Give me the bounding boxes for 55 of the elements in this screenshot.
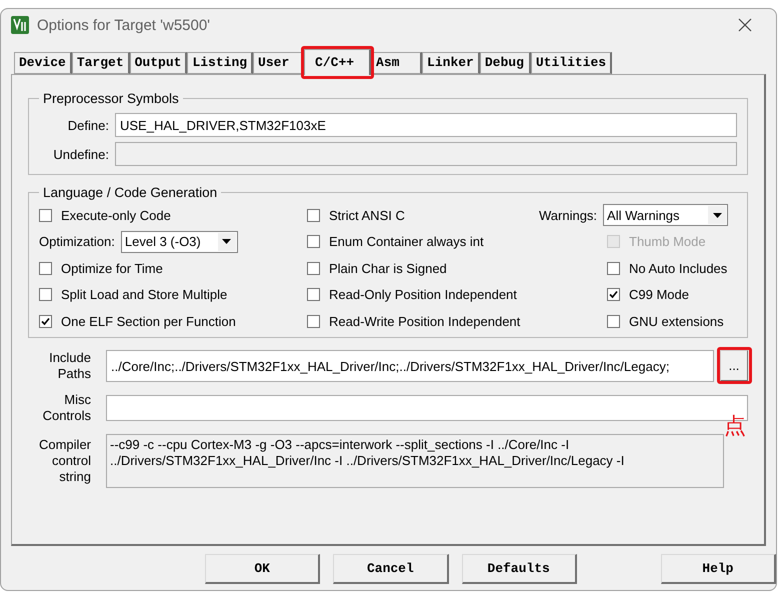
field-label: Compiler control string <box>38 436 91 484</box>
field-label: Undefine: <box>52 146 109 162</box>
checkbox[interactable] <box>307 314 320 328</box>
checkbox-label: No Auto Includes <box>539 255 737 282</box>
tab[interactable]: Target <box>72 52 130 74</box>
group-title: Language / Code Generation <box>42 185 218 200</box>
checkbox[interactable] <box>607 262 620 275</box>
checkbox[interactable] <box>307 262 320 275</box>
field-label: Include Paths <box>48 350 91 382</box>
checkbox-label: Optimize for Time <box>39 255 307 282</box>
checkbox[interactable] <box>39 262 52 275</box>
dialog-button[interactable]: Defaults <box>462 554 577 584</box>
checkbox[interactable] <box>307 288 320 302</box>
tab[interactable]: Asm <box>371 52 422 74</box>
checkbox[interactable] <box>607 288 620 302</box>
tab[interactable]: Listing <box>187 52 254 74</box>
text-field[interactable]: ../Core/Inc;../Drivers/STM32F1xx_HAL_Driver/Inc;../Drivers/STM32F1xx_HAL_Driver/Inc/Legacy; <box>106 350 714 382</box>
dropdown[interactable]: All Warnings <box>603 204 728 226</box>
checkbox[interactable] <box>39 314 52 328</box>
window-title: Options for Target 'w5500' <box>37 16 212 34</box>
select-label: Warnings: <box>539 208 598 223</box>
dialog-button[interactable]: Help <box>660 554 776 584</box>
dialog-button[interactable]: OK <box>205 554 320 584</box>
checkbox[interactable] <box>607 314 620 328</box>
checkbox-label: Plain Char is Signed <box>307 255 539 282</box>
tab[interactable]: Utilities <box>530 52 612 74</box>
tab[interactable]: Debug <box>480 52 531 74</box>
checkbox-label: Execute-only Code <box>39 202 307 228</box>
checkbox-label: Split Load and Store Multiple <box>39 282 307 308</box>
compiler-string-box: --c99 -c --cpu Cortex-M3 -g -O3 --apcs=interwork --split_sections -I ../Core/Inc -I ../Drivers/STM32F1xx_HAL_Driver/Inc -I ../Drivers/STM32F1xx_HAL_Driver/Inc/Legacy -I <box>106 434 724 488</box>
text-field[interactable]: USE_HAL_DRIVER,STM32F103xE <box>115 113 737 137</box>
checkbox-label: Read-Only Position Independent <box>307 282 539 308</box>
tab[interactable]: Linker <box>422 52 480 74</box>
checkbox[interactable] <box>39 288 52 302</box>
tab[interactable]: Output <box>130 52 188 74</box>
checkbox-label: Enum Container always int <box>307 228 539 255</box>
field-label: Define: <box>66 118 109 132</box>
select-label: Optimization: <box>39 234 115 250</box>
checkbox-label: Thumb Mode <box>539 228 737 255</box>
dropdown[interactable]: Level 3 (-O3) <box>120 230 238 253</box>
checkbox-label: One ELF Section per Function <box>39 308 307 334</box>
checkbox-label: GNU extensions <box>539 308 737 334</box>
app-logo-icon <box>11 16 29 34</box>
checkbox-label: Read-Write Position Independent <box>307 308 539 334</box>
field-label: Misc Controls <box>42 392 91 424</box>
checkbox-label: C99 Mode <box>539 282 737 308</box>
tab[interactable]: Device <box>14 52 72 74</box>
close-icon[interactable] <box>738 18 752 32</box>
annotation-note: 点 <box>724 412 746 440</box>
group-title: Preprocessor Symbols <box>42 91 180 106</box>
checkbox[interactable] <box>307 208 320 222</box>
checkbox[interactable] <box>307 235 320 248</box>
checkbox[interactable] <box>39 208 52 222</box>
dialog-button[interactable]: Cancel <box>333 554 448 584</box>
checkbox-label: Strict ANSI C <box>307 202 539 228</box>
